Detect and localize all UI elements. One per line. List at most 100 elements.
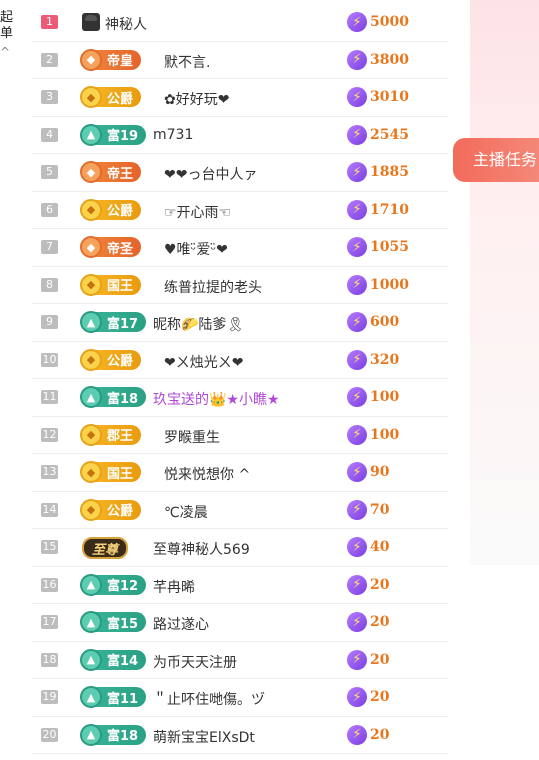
list-item[interactable]: 18 ▲ 富14 为币天天注册 ⚡ 20 xyxy=(32,642,448,679)
user-name[interactable]: ♥唯ᵕ̈爱ᵕ̈❤ xyxy=(164,239,228,259)
user-name[interactable]: ❤ㄨ烛光ㄨ❤ xyxy=(164,352,243,372)
user-name[interactable]: 萌新宝宝ElXsDt xyxy=(153,727,255,747)
user-name[interactable]: 为币天天注册 xyxy=(153,652,237,672)
user-name[interactable]: 至尊神秘人569 xyxy=(153,539,250,559)
lightning-icon: ⚡ xyxy=(347,237,367,257)
lightning-icon: ⚡ xyxy=(347,499,367,520)
list-item[interactable]: 3 ◆ 公爵 ✿好好玩❤ ⚡ 3010 xyxy=(32,79,448,117)
list-item[interactable]: 1 神秘人 ⚡ 5000 xyxy=(32,4,448,42)
badge-label: 国王 xyxy=(107,279,134,294)
badge-label: 公爵 xyxy=(107,504,134,519)
list-item[interactable]: 12 ◆ 郡王 罗睺重生 ⚡ 100 xyxy=(32,417,448,454)
list-item[interactable]: 11 ▲ 富18 玖宝送的👑★小瞧★ ⚡ 100 xyxy=(32,379,448,417)
user-name[interactable]: ＂止吥住哋傷。ヅ xyxy=(153,689,265,709)
list-item[interactable]: 19 ▲ 富11 ＂止吥住哋傷。ヅ ⚡ 20 xyxy=(32,679,448,717)
list-item[interactable]: 16 ▲ 富12 芊冉晞 ⚡ 20 xyxy=(32,567,448,604)
badge-label: 郡王 xyxy=(107,429,134,444)
level-badge: ▲ 富18 xyxy=(80,723,147,746)
user-name[interactable]: 昵称🌮陆爹🎗 xyxy=(153,314,244,334)
user-name[interactable]: 玖宝送的👑★小瞧★ xyxy=(153,389,280,409)
list-item[interactable]: 2 ◆ 帝皇 默不言. ⚡ 3800 xyxy=(32,42,448,79)
list-item[interactable]: 9 ▲ 富17 昵称🌮陆爹🎗 ⚡ 600 xyxy=(32,304,448,342)
amount-value: 320 xyxy=(370,351,400,368)
level-badge: 至尊 xyxy=(82,537,129,559)
lightning-icon: ⚡ xyxy=(347,387,367,407)
list-item[interactable]: 15 至尊 至尊神秘人569 ⚡ 40 xyxy=(32,529,448,567)
badge-label: 帝王 xyxy=(107,166,134,182)
list-item[interactable]: 10 ◆ 公爵 ❤ㄨ烛光ㄨ❤ ⚡ 320 xyxy=(32,342,448,379)
user-name[interactable]: 神秘人 xyxy=(105,14,147,34)
user-name[interactable]: 芊冉晞 xyxy=(153,577,195,597)
diamond-icon: ▲ xyxy=(80,648,102,671)
amount-value: 1885 xyxy=(370,164,409,180)
amount-value: 100 xyxy=(370,426,400,443)
level-badge: ◆ 帝王 xyxy=(80,161,142,183)
list-item[interactable]: 8 ◆ 国王 练普拉提的老头 ⚡ 1000 xyxy=(32,267,448,304)
badge-label: 富11 xyxy=(107,691,139,707)
amount-value: 1055 xyxy=(370,239,409,255)
amount-value: 20 xyxy=(370,689,390,705)
list-item[interactable]: 14 ◆ 公爵 ℃凌晨 ⚡ 70 xyxy=(32,492,448,529)
contribution-amount: ⚡ 3010 xyxy=(347,87,409,107)
badge-label: 富18 xyxy=(107,391,139,407)
amount-value: 1000 xyxy=(370,276,409,293)
crown-icon: ◆ xyxy=(80,48,102,71)
user-name[interactable]: ✿好好玩❤ xyxy=(164,89,229,109)
level-badge: ▲ 富15 xyxy=(80,611,147,633)
user-name[interactable]: 悦来悦想你 ^ xyxy=(164,464,250,484)
crown-icon: ◆ xyxy=(80,198,102,221)
list-item[interactable]: 13 ◆ 国王 悦来悦想你 ^ ⚡ 90 xyxy=(32,454,448,492)
lightning-icon: ⚡ xyxy=(347,124,367,145)
contribution-amount: ⚡ 100 xyxy=(347,424,400,445)
list-item[interactable]: 5 ◆ 帝王 ❤❤っ台中人ァ ⚡ 1885 xyxy=(32,154,448,192)
contribution-amount: ⚡ 70 xyxy=(347,499,389,520)
amount-value: 90 xyxy=(370,464,390,480)
rank-number: 12 xyxy=(41,427,58,442)
user-name[interactable]: ℃凌晨 xyxy=(164,502,208,522)
contribution-amount: ⚡ 5000 xyxy=(347,12,409,32)
list-item[interactable]: 6 ◆ 公爵 ☞开心雨☜ ⚡ 1710 xyxy=(32,192,448,229)
lightning-icon: ⚡ xyxy=(347,199,367,220)
crown-icon: ◆ xyxy=(80,423,102,446)
anchor-task-button[interactable]: 主播任务 xyxy=(453,138,539,182)
left-edge-line1: 起 xyxy=(0,10,14,25)
badge-label: 富15 xyxy=(107,616,139,632)
user-name[interactable]: 练普拉提的老头 xyxy=(164,277,262,297)
badge-label: 公爵 xyxy=(107,91,134,107)
diamond-icon: ▲ xyxy=(80,386,102,408)
rank-number: 6 xyxy=(41,202,58,217)
left-edge-text: 起 单 ^ xyxy=(0,10,18,60)
user-name[interactable]: ❤❤っ台中人ァ xyxy=(164,164,257,184)
level-badge: ◆ 郡王 xyxy=(80,423,142,446)
user-name[interactable]: 罗睺重生 xyxy=(164,427,220,447)
rank-number: 1 xyxy=(41,15,58,29)
level-badge: ◆ 公爵 xyxy=(80,198,142,221)
lightning-icon: ⚡ xyxy=(347,462,367,482)
rank-number: 4 xyxy=(41,127,58,142)
list-item[interactable]: 17 ▲ 富15 路过遂心 ⚡ 20 xyxy=(32,604,448,642)
list-item[interactable]: 4 ▲ 富19 m731 ⚡ 2545 xyxy=(32,117,448,154)
crown-icon: ◆ xyxy=(80,236,102,258)
list-item[interactable]: 7 ◆ 帝圣 ♥唯ᵕ̈爱ᵕ̈❤ ⚡ 1055 xyxy=(32,229,448,267)
badge-label: 帝圣 xyxy=(107,241,134,257)
level-badge: ▲ 富19 xyxy=(80,123,147,146)
badge-label: 富17 xyxy=(107,316,139,332)
badge-label: 富18 xyxy=(107,729,139,744)
contribution-amount: ⚡ 2545 xyxy=(347,124,409,145)
level-badge: ◆ 帝圣 xyxy=(80,236,142,258)
amount-value: 20 xyxy=(370,614,390,630)
level-badge: ◆ 帝皇 xyxy=(80,48,142,71)
rank-number: 7 xyxy=(41,240,58,254)
crown-icon: ◆ xyxy=(80,461,102,483)
chevron-up-icon[interactable]: ^ xyxy=(0,44,18,60)
rank-number: 13 xyxy=(41,465,58,479)
list-item[interactable]: 20 ▲ 富18 萌新宝宝ElXsDt ⚡ 20 xyxy=(32,717,448,754)
user-name[interactable]: 路过遂心 xyxy=(153,614,209,634)
badge-label: 富19 xyxy=(107,129,139,144)
diamond-icon: ▲ xyxy=(80,573,102,596)
rank-number: 3 xyxy=(41,90,58,104)
user-name[interactable]: ☞开心雨☜ xyxy=(164,202,231,222)
contribution-amount: ⚡ 320 xyxy=(347,349,400,370)
user-name[interactable]: m731 xyxy=(153,127,193,143)
user-name[interactable]: 默不言. xyxy=(164,52,210,72)
